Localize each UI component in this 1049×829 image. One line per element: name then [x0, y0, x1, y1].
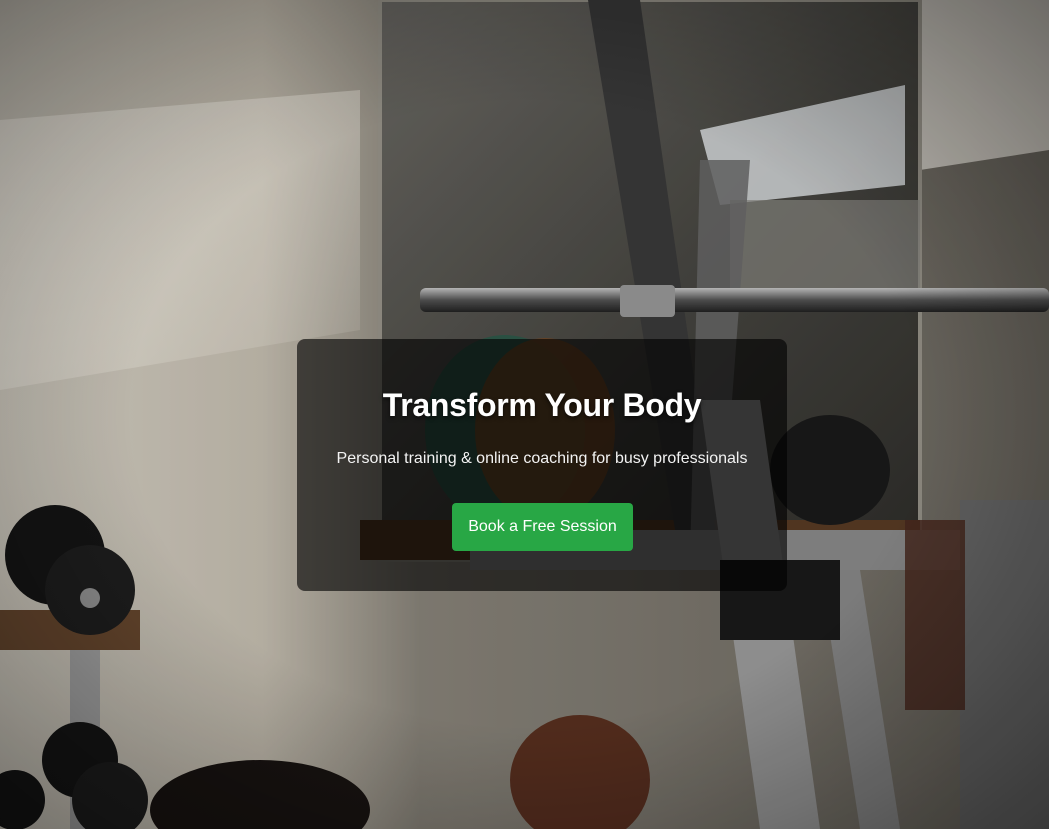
hero-subtitle: Personal training & online coaching for … [336, 450, 748, 467]
hero-title: Transform Your Body [382, 387, 702, 423]
hero-card: Transform Your Body Personal training & … [297, 339, 787, 591]
hero-section: Transform Your Body Personal training & … [0, 0, 1049, 829]
book-free-session-button[interactable]: Book a Free Session [452, 503, 633, 551]
